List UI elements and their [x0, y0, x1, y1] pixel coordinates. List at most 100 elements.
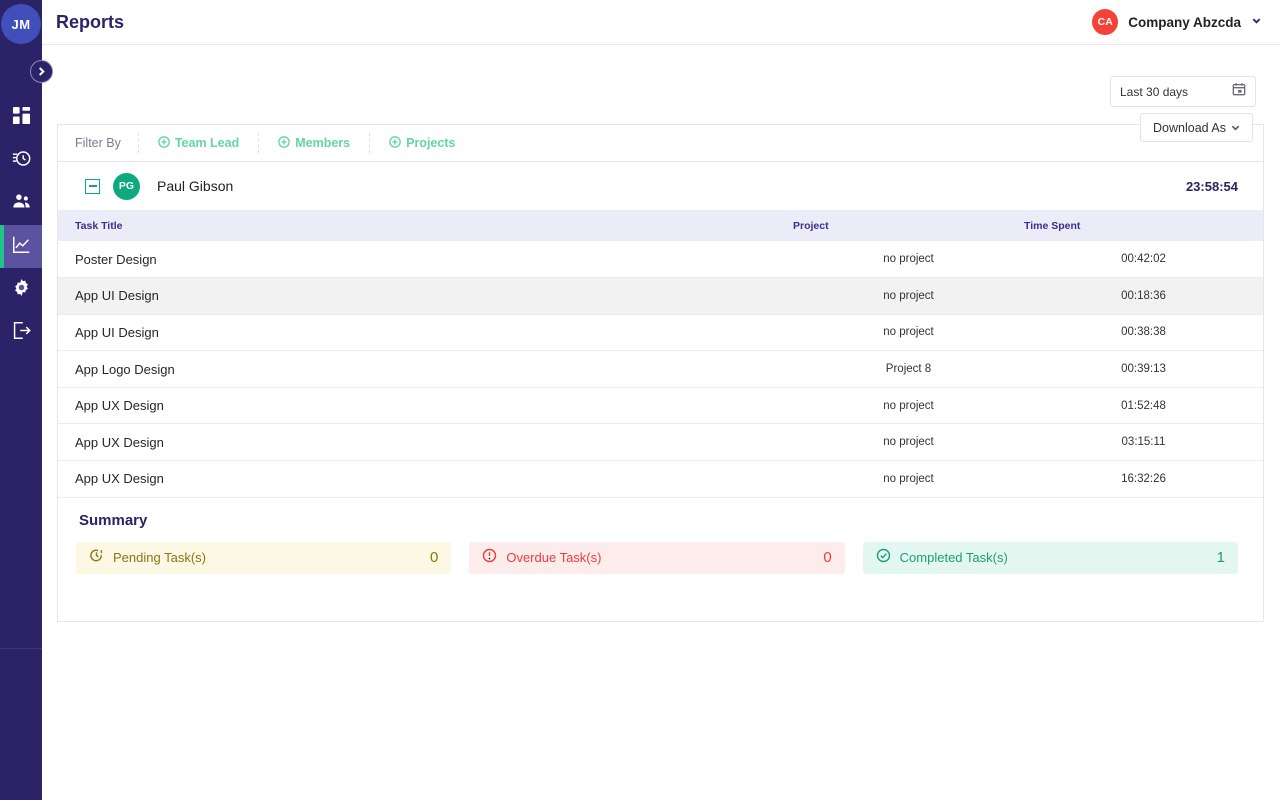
summary-card-overdue: Overdue Task(s) 0	[469, 542, 844, 574]
sidebar-nav	[0, 96, 42, 354]
sidebar-item-logout[interactable]	[0, 311, 42, 354]
filter-by-label: Filter By	[75, 136, 138, 150]
table-row[interactable]: App UX Designno project03:15:11	[58, 424, 1263, 461]
cell-task-title: App Logo Design	[58, 351, 793, 388]
sidebar-user-avatar[interactable]: JM	[1, 4, 41, 44]
cell-time-spent: 03:15:11	[1024, 424, 1263, 461]
calendar-icon[interactable]	[1232, 82, 1246, 101]
cell-project: no project	[793, 241, 1024, 278]
date-range-picker[interactable]: Last 30 days	[1110, 76, 1256, 107]
cell-task-title: App UI Design	[58, 278, 793, 315]
summary-card-value: 0	[430, 549, 438, 566]
download-as-button[interactable]: Download As	[1140, 113, 1253, 142]
sidebar-item-team[interactable]	[0, 182, 42, 225]
table-row[interactable]: App UX Designno project16:32:26	[58, 461, 1263, 498]
cell-task-title: App UI Design	[58, 314, 793, 351]
task-table-body: Poster Designno project00:42:02App UI De…	[58, 241, 1263, 497]
column-header-project: Project	[793, 210, 1024, 241]
filter-chip-label: Team Lead	[175, 136, 239, 150]
date-range-value: Last 30 days	[1120, 85, 1188, 99]
company-avatar-initials: CA	[1098, 16, 1113, 28]
plus-circle-icon	[278, 136, 290, 151]
minus-square-icon[interactable]	[85, 179, 100, 194]
summary-card-value: 1	[1217, 549, 1225, 566]
logout-icon	[12, 321, 31, 345]
user-total-time: 23:58:54	[1186, 179, 1238, 194]
table-row[interactable]: App UX Designno project01:52:48	[58, 387, 1263, 424]
filter-bar: Filter By Team Lead Members Projects Dow…	[58, 125, 1263, 162]
summary-card-label: Overdue Task(s)	[506, 550, 601, 565]
summary-card-value: 0	[823, 549, 831, 566]
filter-chip-label: Members	[295, 136, 350, 150]
reports-card: Filter By Team Lead Members Projects Dow…	[57, 124, 1264, 622]
cell-project: no project	[793, 387, 1024, 424]
sidebar-divider	[0, 648, 42, 649]
chevron-down-icon	[1231, 121, 1240, 135]
user-avatar: PG	[113, 173, 140, 200]
summary-card-pending: Pending Task(s) 0	[76, 542, 451, 574]
company-selector[interactable]: CA Company Abzcda	[1092, 9, 1262, 35]
column-header-task-title: Task Title	[58, 210, 793, 241]
table-row[interactable]: App UI Designno project00:18:36	[58, 278, 1263, 315]
dashboard-grid-icon	[12, 106, 31, 130]
sidebar-item-reports[interactable]	[0, 225, 42, 268]
table-header-row: Task Title Project Time Spent	[58, 210, 1263, 241]
table-row[interactable]: App UI Designno project00:38:38	[58, 314, 1263, 351]
download-as-label: Download As	[1153, 121, 1226, 135]
cell-time-spent: 00:38:38	[1024, 314, 1263, 351]
cell-time-spent: 00:39:13	[1024, 351, 1263, 388]
gear-settings-icon	[12, 278, 31, 302]
table-row[interactable]: App Logo DesignProject 800:39:13	[58, 351, 1263, 388]
people-team-icon	[12, 192, 31, 216]
alert-circle-icon	[482, 548, 497, 568]
cell-project: Project 8	[793, 351, 1024, 388]
filter-chip-members[interactable]: Members	[258, 133, 369, 153]
cell-time-spent: 01:52:48	[1024, 387, 1263, 424]
summary-card-label: Pending Task(s)	[113, 550, 206, 565]
line-chart-icon	[12, 235, 31, 259]
cell-task-title: App UX Design	[58, 461, 793, 498]
cell-project: no project	[793, 314, 1024, 351]
cell-time-spent: 00:18:36	[1024, 278, 1263, 315]
cell-project: no project	[793, 278, 1024, 315]
filter-chip-team-lead[interactable]: Team Lead	[138, 133, 258, 153]
user-name: Paul Gibson	[157, 178, 233, 194]
user-avatar-initials: PG	[119, 180, 134, 192]
table-row[interactable]: Poster Designno project00:42:02	[58, 241, 1263, 278]
clock-history-icon	[12, 149, 31, 173]
chevron-right-icon	[37, 63, 46, 81]
sidebar-item-timesheet[interactable]	[0, 139, 42, 182]
chevron-down-icon[interactable]	[1251, 13, 1262, 31]
sidebar-item-dashboard[interactable]	[0, 96, 42, 139]
summary-card-label: Completed Task(s)	[900, 550, 1008, 565]
sidebar-toggle-button[interactable]	[30, 60, 53, 83]
summary-card-completed: Completed Task(s) 1	[863, 542, 1238, 574]
column-header-time-spent: Time Spent	[1024, 210, 1263, 241]
check-circle-icon	[876, 548, 891, 568]
sidebar: JM	[0, 0, 42, 800]
topbar: Reports CA Company Abzcda	[42, 0, 1280, 45]
sidebar-avatar-initials: JM	[11, 17, 30, 32]
cell-task-title: App UX Design	[58, 424, 793, 461]
cell-task-title: App UX Design	[58, 387, 793, 424]
user-summary-row: PG Paul Gibson 23:58:54	[58, 162, 1263, 210]
filter-chip-projects[interactable]: Projects	[369, 133, 474, 153]
plus-circle-icon	[389, 136, 401, 151]
task-table: Task Title Project Time Spent Poster Des…	[58, 210, 1263, 498]
plus-circle-icon	[158, 136, 170, 151]
summary-title: Summary	[76, 512, 1238, 529]
cell-project: no project	[793, 424, 1024, 461]
cell-time-spent: 00:42:02	[1024, 241, 1263, 278]
summary-section: Summary Pending Task(s) 0 Overdue Task(s…	[58, 498, 1263, 574]
filter-chip-label: Projects	[406, 136, 455, 150]
page-title: Reports	[56, 12, 124, 33]
company-name: Company Abzcda	[1128, 15, 1241, 30]
task-table-head: Task Title Project Time Spent	[58, 210, 1263, 241]
clock-alert-icon	[89, 548, 104, 568]
cell-time-spent: 16:32:26	[1024, 461, 1263, 498]
cell-task-title: Poster Design	[58, 241, 793, 278]
sidebar-item-settings[interactable]	[0, 268, 42, 311]
summary-cards: Pending Task(s) 0 Overdue Task(s) 0 Comp…	[76, 542, 1238, 574]
cell-project: no project	[793, 461, 1024, 498]
company-avatar: CA	[1092, 9, 1118, 35]
